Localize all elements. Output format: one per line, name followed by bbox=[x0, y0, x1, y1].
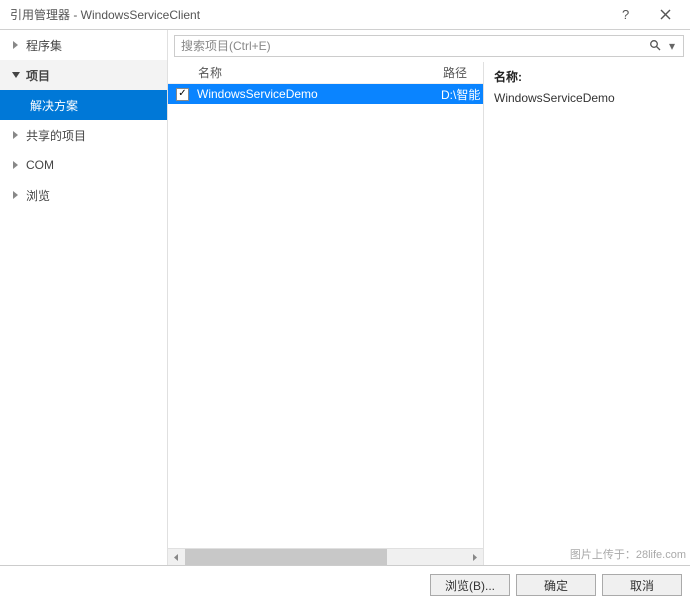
search-bar[interactable]: ▾ bbox=[174, 35, 684, 57]
dialog-footer: 浏览(B)... 确定 取消 bbox=[0, 566, 690, 604]
cancel-button[interactable]: 取消 bbox=[602, 574, 682, 596]
chevron-down-icon[interactable]: ▾ bbox=[669, 39, 675, 53]
sidebar-subitem-label: 解决方案 bbox=[30, 97, 78, 114]
sidebar-item-label: COM bbox=[26, 158, 54, 172]
browse-button[interactable]: 浏览(B)... bbox=[430, 574, 510, 596]
search-icon[interactable] bbox=[649, 39, 661, 54]
details-panel: 名称: WindowsServiceDemo bbox=[484, 62, 690, 565]
sidebar-item-com[interactable]: COM bbox=[0, 150, 167, 180]
scrollbar-thumb[interactable] bbox=[185, 549, 387, 565]
chevron-down-icon bbox=[10, 71, 22, 79]
sidebar-item-shared-projects[interactable]: 共享的项目 bbox=[0, 120, 167, 150]
list-panel: 名称 路径 ✓ WindowsServiceDemo D:\智能 bbox=[168, 62, 484, 565]
row-name: WindowsServiceDemo bbox=[197, 87, 441, 101]
middle-column: ▾ 名称 路径 ✓ WindowsServiceDemo D:\智能 bbox=[168, 30, 690, 565]
horizontal-scrollbar[interactable] bbox=[168, 548, 483, 565]
scroll-right-icon[interactable] bbox=[466, 549, 483, 566]
list-body: ✓ WindowsServiceDemo D:\智能 bbox=[168, 84, 483, 548]
checkbox[interactable]: ✓ bbox=[176, 88, 189, 101]
window-title: 引用管理器 - WindowsServiceClient bbox=[10, 6, 605, 23]
close-button[interactable] bbox=[645, 1, 685, 29]
sidebar-item-browse[interactable]: 浏览 bbox=[0, 180, 167, 210]
row-path: D:\智能 bbox=[441, 86, 480, 103]
sidebar-item-label: 程序集 bbox=[26, 37, 62, 54]
column-header-path[interactable]: 路径 bbox=[443, 64, 483, 81]
titlebar: 引用管理器 - WindowsServiceClient ? bbox=[0, 0, 690, 30]
list-row[interactable]: ✓ WindowsServiceDemo D:\智能 bbox=[168, 84, 483, 104]
titlebar-controls: ? bbox=[605, 1, 685, 29]
sidebar-item-assemblies[interactable]: 程序集 bbox=[0, 30, 167, 60]
scrollbar-track[interactable] bbox=[185, 549, 466, 565]
sidebar-item-projects[interactable]: 项目 bbox=[0, 60, 167, 90]
column-header-name[interactable]: 名称 bbox=[198, 64, 443, 81]
details-name-label: 名称: bbox=[494, 68, 680, 85]
list-header: 名称 路径 bbox=[168, 62, 483, 84]
details-name-value: WindowsServiceDemo bbox=[494, 91, 680, 105]
sidebar-item-label: 浏览 bbox=[26, 187, 50, 204]
search-input[interactable] bbox=[181, 39, 645, 53]
scroll-left-icon[interactable] bbox=[168, 549, 185, 566]
sidebar-item-label: 项目 bbox=[26, 67, 50, 84]
ok-button[interactable]: 确定 bbox=[516, 574, 596, 596]
svg-text:?: ? bbox=[622, 8, 629, 22]
content-row: 名称 路径 ✓ WindowsServiceDemo D:\智能 bbox=[168, 62, 690, 565]
sidebar: 程序集 项目 解决方案 共享的项目 COM 浏览 bbox=[0, 30, 168, 565]
sidebar-subitem-solution[interactable]: 解决方案 bbox=[0, 90, 167, 120]
chevron-right-icon bbox=[10, 161, 22, 169]
main-area: 程序集 项目 解决方案 共享的项目 COM 浏览 bbox=[0, 30, 690, 566]
chevron-right-icon bbox=[10, 191, 22, 199]
sidebar-item-label: 共享的项目 bbox=[26, 127, 86, 144]
chevron-right-icon bbox=[10, 41, 22, 49]
chevron-right-icon bbox=[10, 131, 22, 139]
help-button[interactable]: ? bbox=[605, 1, 645, 29]
